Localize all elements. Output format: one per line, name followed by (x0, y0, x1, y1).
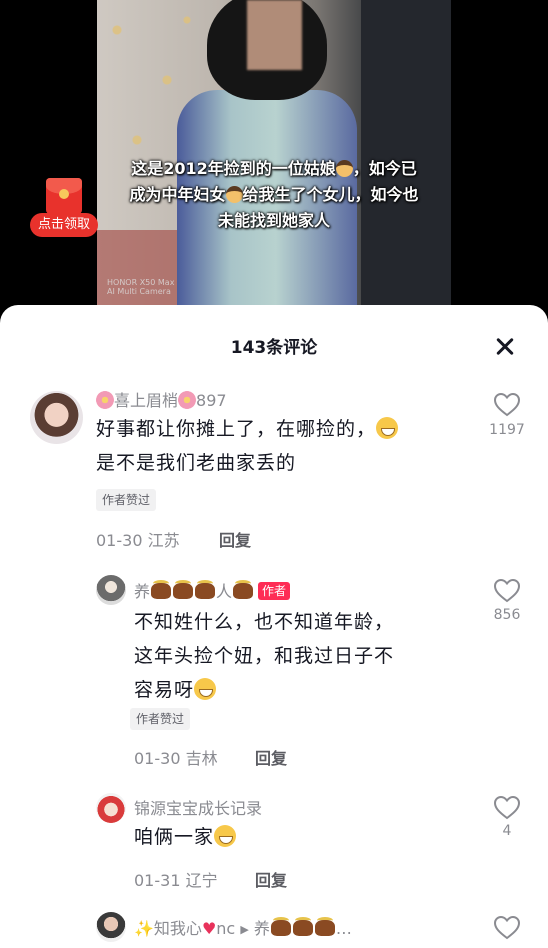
author-liked-tag: 作者赞过 (130, 708, 191, 730)
comment-date: 01-31 (134, 871, 181, 890)
caption-line2: 成为中年妇女 (129, 185, 226, 204)
reply-button[interactable]: 回复 (255, 745, 287, 769)
camera-watermark: HONOR X50 Max AI Multi Camera (107, 278, 174, 296)
comment-location: 江苏 (147, 531, 180, 550)
comment-sheet: 143条评论 喜上眉梢 897 好事都让你摊上了，在哪捡的， 是不是我们老曲家丢的… (0, 305, 548, 948)
avatar[interactable] (96, 793, 126, 823)
video-player[interactable]: 这是2012年捡到的一位姑娘 ，如今已 成为中年妇女 给我生了个女儿，如今也 未能找… (97, 0, 451, 310)
laughing-emoji-icon (194, 678, 217, 700)
reply-button[interactable]: 回复 (255, 867, 287, 891)
reply-arrow-icon: ▶ (240, 923, 249, 936)
watermark-line2: AI Multi Camera (107, 287, 171, 296)
username-text: 知我心 (153, 919, 202, 938)
ox-emoji-icon (292, 917, 313, 936)
author-badge: 作者 (258, 582, 291, 600)
comment-text-line: 咱俩一家 (134, 820, 237, 854)
like-count: 856 (493, 607, 521, 623)
comment-meta: 01-30 江苏 (96, 527, 180, 551)
caption-line3: 未能找到她家人 (217, 211, 330, 230)
close-icon[interactable] (491, 333, 519, 361)
ox-emoji-icon (314, 917, 335, 936)
author-liked-tag: 作者赞过 (96, 489, 157, 511)
like-heart-icon[interactable] (494, 916, 520, 940)
like-count: 1197 (489, 422, 525, 438)
username-suffix: nc (216, 919, 236, 938)
ox-emoji-icon (270, 917, 291, 936)
reply-button[interactable]: 回复 (219, 527, 251, 551)
caption-line1b: ，如今已 (352, 159, 417, 178)
comment-date: 01-30 (134, 749, 181, 768)
comment-text-line: 好事都让你摊上了，在哪捡的， (96, 412, 399, 446)
comment-username[interactable]: 锦源宝宝成长记录 (134, 795, 262, 819)
sparkle-icon: ✨ (134, 919, 154, 938)
username-text: 养 (134, 582, 151, 601)
comment-text-1: 好事都让你摊上了，在哪捡的， (96, 418, 377, 440)
comment-count-title: 143条评论 (230, 338, 318, 358)
red-envelope-icon (46, 178, 82, 214)
like-heart-icon[interactable] (494, 796, 520, 820)
username-suffix: 897 (196, 391, 227, 410)
comment-text-line: 这年头捡个妞，和我过日子不 (134, 645, 395, 667)
comment-text-line: 是不是我们老曲家丢的 (96, 452, 297, 474)
like-heart-icon[interactable] (494, 579, 520, 603)
flower-icon (96, 391, 114, 409)
comment-username[interactable]: ✨知我心♥nc ▶ 养 … (134, 915, 352, 939)
comment-meta: 01-30 吉林 (134, 745, 218, 769)
like-heart-icon[interactable] (494, 393, 520, 417)
comment-meta: 01-31 辽宁 (134, 867, 218, 891)
comment-text: 咱俩一家 (134, 826, 215, 848)
comment-text-line: 容易呀 (134, 673, 217, 707)
username-ellipsis: … (335, 919, 352, 938)
comment-username[interactable]: 养 人 作者 (134, 578, 291, 602)
video-door (361, 0, 451, 310)
avatar[interactable] (30, 391, 83, 444)
watermark-line1: HONOR X50 Max (107, 278, 175, 287)
comment-text-line: 不知姓什么，也不知道年龄， (134, 611, 395, 633)
caption-line2b: 给我生了个女儿，如今也 (242, 185, 419, 204)
video-person-face-blurred (247, 0, 302, 70)
comment-location: 辽宁 (185, 871, 218, 890)
ox-emoji-icon (195, 580, 216, 599)
grinning-emoji-icon (214, 825, 237, 847)
girl-emoji-icon (335, 160, 353, 177)
ox-emoji-icon (173, 580, 194, 599)
ox-emoji-icon (233, 580, 254, 599)
reply-to-username: 养 (253, 919, 270, 938)
comment-username[interactable]: 喜上眉梢 897 (96, 387, 227, 411)
flower-icon (178, 391, 197, 409)
caption-line1: 这是2012年捡到的一位姑娘 (131, 159, 336, 178)
ox-emoji-icon (151, 580, 172, 599)
username-text: 喜上眉梢 (114, 391, 179, 410)
avatar[interactable] (96, 912, 126, 942)
heart-emoji-icon: ♥ (201, 919, 217, 938)
like-count: 4 (502, 823, 512, 839)
comment-text-3: 容易呀 (134, 679, 195, 701)
comment-date: 01-30 (96, 531, 143, 550)
red-packet-label: 点击领取 (30, 213, 98, 237)
comment-location: 吉林 (185, 749, 218, 768)
video-caption: 这是2012年捡到的一位姑娘 ，如今已 成为中年妇女 给我生了个女儿，如今也 未能找… (97, 156, 451, 234)
red-packet-button[interactable]: 点击领取 (30, 178, 100, 240)
woman-emoji-icon (225, 186, 243, 203)
laughing-emoji-icon (376, 417, 399, 439)
username-mid: 人 (216, 582, 233, 601)
avatar[interactable] (96, 575, 126, 605)
video-floor (97, 230, 187, 310)
